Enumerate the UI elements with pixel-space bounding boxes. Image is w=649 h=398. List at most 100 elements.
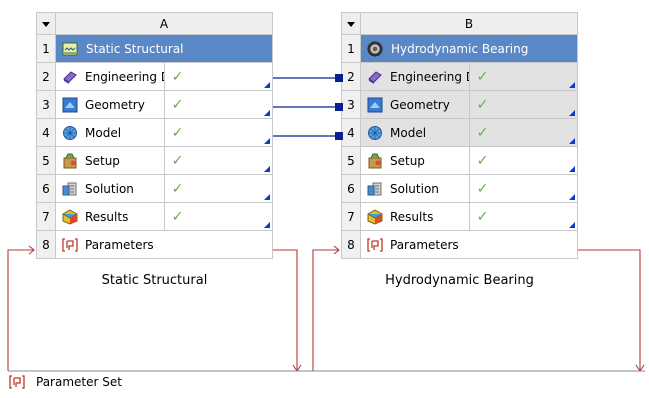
cell-label: Parameters — [85, 237, 154, 252]
up-to-date-check-icon: ✓ — [171, 208, 184, 225]
arrow-icon — [333, 245, 340, 255]
row-number: 2 — [36, 62, 56, 91]
row-number: 5 — [341, 146, 361, 175]
solution-icon — [62, 182, 77, 195]
arrow-icon — [635, 364, 645, 372]
parameter-set-label: Parameter Set — [36, 375, 122, 389]
geometry-icon — [367, 97, 383, 112]
system-title-row[interactable]: 1 Static Structural — [36, 34, 273, 63]
parameter-link-b-out — [578, 249, 641, 371]
system-hydrodynamic-bearing: B 1 Hydrodynamic Bearing 2 Engineering D… — [341, 12, 578, 259]
cell-row-setup[interactable]: 5 Setup ✓ — [36, 146, 273, 175]
cell-label: Geometry — [85, 97, 145, 112]
up-to-date-check-icon: ✓ — [171, 68, 184, 85]
cell-row-results[interactable]: 7 Results ✓ — [36, 202, 273, 231]
cell-label: Model — [390, 125, 427, 140]
cell-corner-marker — [569, 82, 575, 88]
dropdown-arrow-icon — [347, 21, 355, 27]
row-number: 1 — [36, 34, 56, 63]
solution-icon — [367, 182, 382, 195]
parameters-icon — [62, 237, 78, 252]
setup-icon — [368, 153, 382, 168]
cell-row-engineering-data[interactable]: 2 Engineering Data ✓ — [36, 62, 273, 91]
cell-label: Results — [85, 209, 129, 224]
model-icon — [368, 125, 382, 140]
row-number: 6 — [341, 174, 361, 203]
system-static-structural: A 1 Static Structural 2 Engineering Data… — [36, 12, 273, 259]
cell-corner-marker — [264, 138, 270, 144]
static-structural-icon — [62, 42, 78, 55]
cell-corner-marker — [264, 166, 270, 172]
cell-row-engineering-data[interactable]: 2 Engineering Data ✓ — [341, 62, 578, 91]
row-number: 3 — [341, 90, 361, 119]
results-icon — [367, 208, 383, 225]
model-icon — [63, 125, 77, 140]
up-to-date-check-icon: ✓ — [476, 124, 489, 141]
row-number: 5 — [36, 146, 56, 175]
cell-label: Geometry — [390, 97, 450, 112]
row-number: 8 — [36, 230, 56, 259]
up-to-date-check-icon: ✓ — [171, 124, 184, 141]
row-number: 7 — [341, 202, 361, 231]
arrow-icon — [28, 245, 35, 255]
cell-label: Engineering Data — [85, 69, 163, 84]
row-number: 2 — [341, 62, 361, 91]
cell-corner-marker — [264, 82, 270, 88]
cell-label: Parameters — [390, 237, 459, 252]
system-caption[interactable]: Hydrodynamic Bearing — [341, 273, 578, 288]
cell-corner-marker — [569, 166, 575, 172]
dropdown-arrow-icon — [42, 21, 50, 27]
cell-row-geometry[interactable]: 3 Geometry ✓ — [36, 90, 273, 119]
cell-label: Setup — [390, 153, 425, 168]
cell-row-setup[interactable]: 5 Setup ✓ — [341, 146, 578, 175]
results-icon — [62, 208, 78, 225]
engineering-data-icon — [63, 70, 77, 84]
up-to-date-check-icon: ✓ — [476, 180, 489, 197]
cell-row-results[interactable]: 7 Results ✓ — [341, 202, 578, 231]
cell-row-model[interactable]: 4 Model ✓ — [36, 118, 273, 147]
row-number: 7 — [36, 202, 56, 231]
parameter-link-b-in — [312, 249, 339, 371]
system-header-row: B — [341, 12, 578, 35]
parameter-link-a-out — [273, 249, 298, 371]
cell-corner-marker — [569, 194, 575, 200]
cell-corner-marker — [569, 138, 575, 144]
parameter-set-bar[interactable]: Parameter Set — [9, 374, 122, 390]
cell-corner-marker — [569, 110, 575, 116]
up-to-date-check-icon: ✓ — [476, 208, 489, 225]
row-number: 6 — [36, 174, 56, 203]
up-to-date-check-icon: ✓ — [476, 96, 489, 113]
parameters-icon — [367, 237, 383, 252]
cell-row-solution[interactable]: 6 Solution ✓ — [341, 174, 578, 203]
cell-row-parameters[interactable]: 8 Parameters — [36, 230, 273, 259]
cell-row-model[interactable]: 4 Model ✓ — [341, 118, 578, 147]
system-grid: B 1 Hydrodynamic Bearing 2 Engineering D… — [341, 12, 578, 259]
up-to-date-check-icon: ✓ — [171, 180, 184, 197]
cell-row-solution[interactable]: 6 Solution ✓ — [36, 174, 273, 203]
cell-corner-marker — [569, 222, 575, 228]
cell-label: Results — [390, 209, 434, 224]
system-title-label: Hydrodynamic Bearing — [391, 41, 529, 56]
cell-corner-marker — [264, 222, 270, 228]
row-number: 3 — [36, 90, 56, 119]
cell-label: Setup — [85, 153, 120, 168]
cell-row-geometry[interactable]: 3 Geometry ✓ — [341, 90, 578, 119]
cell-corner-marker — [264, 110, 270, 116]
cell-label: Solution — [85, 181, 134, 196]
up-to-date-check-icon: ✓ — [171, 96, 184, 113]
up-to-date-check-icon: ✓ — [171, 152, 184, 169]
geometry-icon — [62, 97, 78, 112]
engineering-data-icon — [368, 70, 382, 84]
cell-row-parameters[interactable]: 8 Parameters — [341, 230, 578, 259]
hydrodynamic-bearing-icon — [367, 41, 383, 56]
row-number: 8 — [341, 230, 361, 259]
system-menu-toggle[interactable] — [36, 12, 56, 35]
row-number: 1 — [341, 34, 361, 63]
system-caption[interactable]: Static Structural — [36, 273, 273, 288]
row-number: 4 — [36, 118, 56, 147]
up-to-date-check-icon: ✓ — [476, 68, 489, 85]
system-menu-toggle[interactable] — [341, 12, 361, 35]
setup-icon — [63, 153, 77, 168]
system-title-row[interactable]: 1 Hydrodynamic Bearing — [341, 34, 578, 63]
cell-label: Engineering Data — [390, 69, 468, 84]
